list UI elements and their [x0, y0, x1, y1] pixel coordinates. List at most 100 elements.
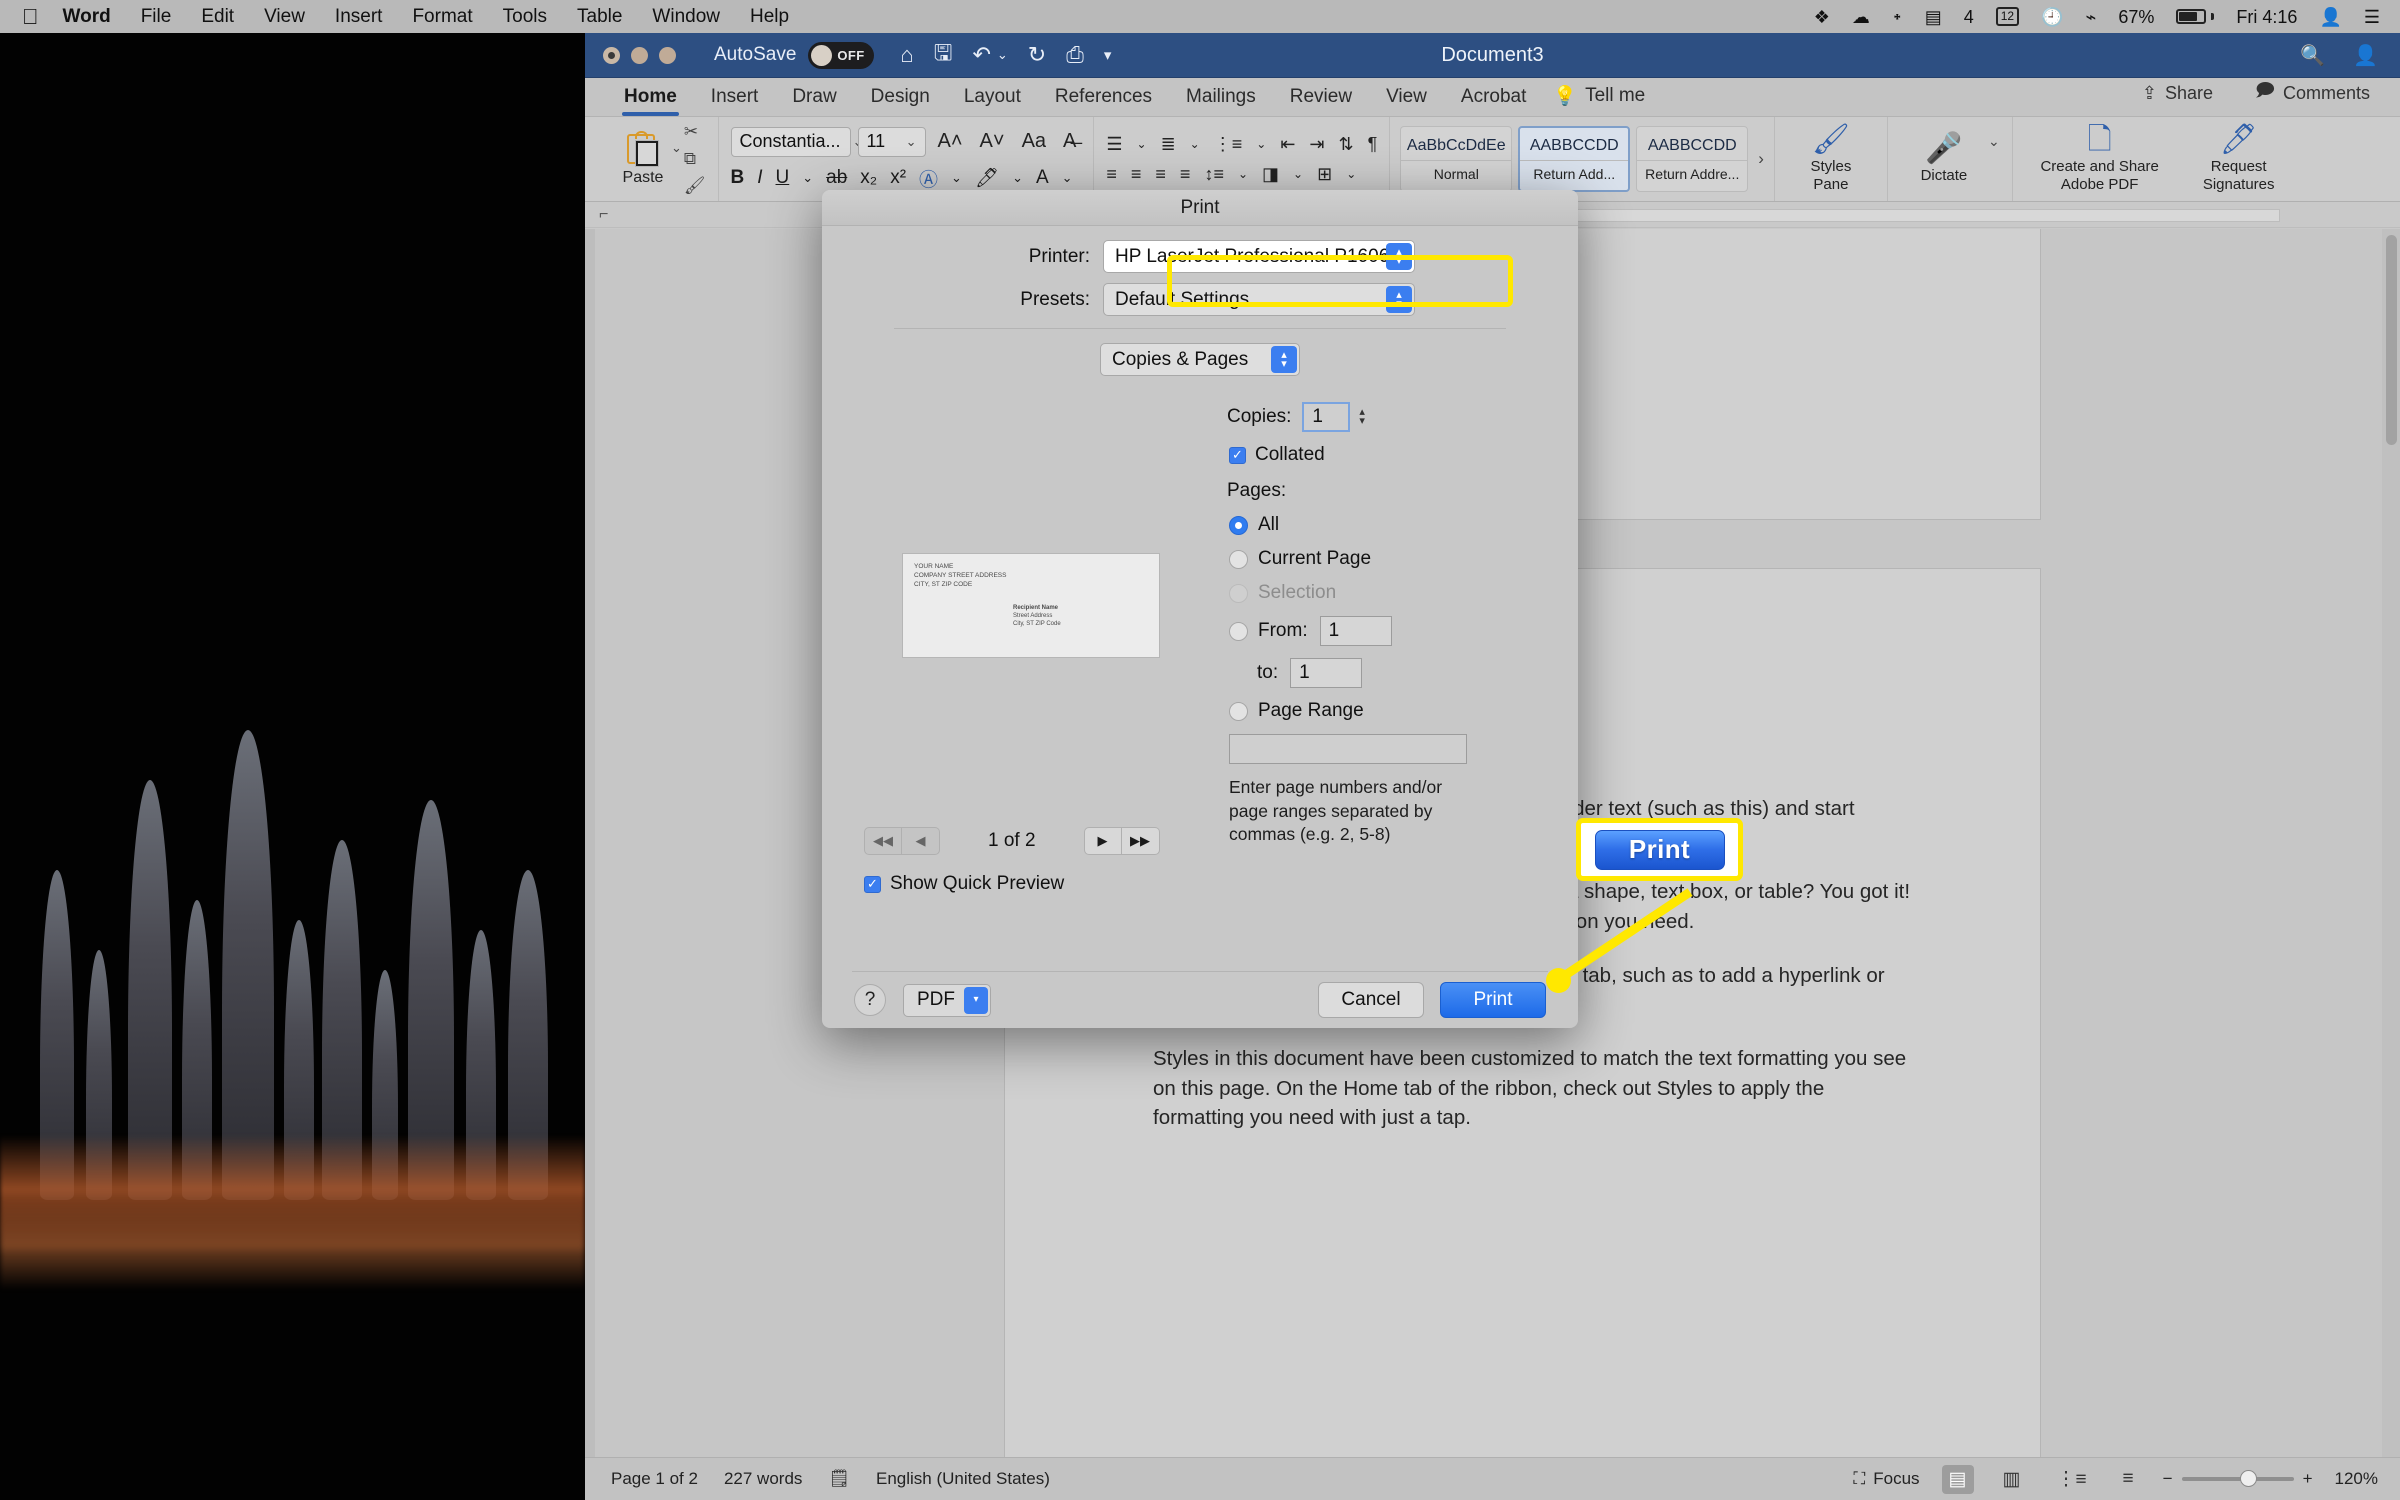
menu-insert[interactable]: Insert	[335, 6, 383, 28]
request-signatures-button[interactable]: 🖊 Request Signatures	[2175, 125, 2303, 193]
menu-help[interactable]: Help	[750, 6, 789, 28]
to-row[interactable]: to: 1	[1257, 658, 1514, 688]
undo-icon[interactable]: ↶	[972, 42, 990, 68]
tab-insert[interactable]: Insert	[694, 86, 776, 116]
radio-all[interactable]	[1229, 515, 1248, 535]
window-controls[interactable]	[603, 46, 676, 64]
zoom-level[interactable]: 120%	[2335, 1469, 2378, 1489]
tab-review[interactable]: Review	[1273, 86, 1369, 116]
shrink-font-icon[interactable]: A˅	[975, 130, 1010, 153]
radio-current-page[interactable]	[1229, 549, 1248, 569]
account-icon[interactable]: 👤	[2353, 43, 2378, 68]
web-layout-icon[interactable]: ▥	[1996, 1465, 2028, 1494]
grow-font-icon[interactable]: A˄	[933, 130, 968, 153]
font-size-combobox[interactable]: 11 ⌄	[857, 126, 926, 157]
save-icon[interactable]: 🖫	[934, 36, 953, 74]
tab-draw[interactable]: Draw	[775, 86, 853, 116]
radio-page-range-row[interactable]: Page Range	[1229, 700, 1514, 722]
chevron-down-icon[interactable]: ⌄	[1988, 133, 2000, 150]
tab-design[interactable]: Design	[854, 86, 947, 116]
radio-from[interactable]	[1229, 621, 1248, 641]
macos-menu-bar[interactable]:  Word File Edit View Insert Format Tool…	[0, 0, 2400, 33]
zoom-slider[interactable]: − +	[2163, 1469, 2313, 1489]
paragraph-list-row[interactable]: ☰ ⌄ ≣ ⌄ ⋮≡ ⌄ ⇤ ⇥ ⇅ ¶	[1106, 134, 1377, 155]
radio-from-row[interactable]: From: 1	[1229, 616, 1514, 646]
chevron-down-icon[interactable]: ⌄	[1256, 137, 1266, 151]
paragraph-align-row[interactable]: ≡ ≡ ≡ ≡ ↕≡ ⌄ ◨ ⌄ ⊞ ⌄	[1106, 164, 1377, 185]
format-painter-icon[interactable]: 🖌	[684, 176, 706, 196]
menu-file[interactable]: File	[141, 6, 172, 28]
paste-button[interactable]: Paste	[607, 131, 679, 187]
customize-toolbar-icon[interactable]: ▾	[1104, 46, 1112, 64]
page-indicator[interactable]: Page 1 of 2	[611, 1469, 698, 1489]
maximize-window-button[interactable]	[659, 46, 676, 64]
tell-me-search[interactable]: 💡 Tell me	[1553, 84, 1645, 116]
style-return-address-selected[interactable]: AABBCCDD Return Add...	[1518, 126, 1631, 192]
autosave-toggle[interactable]: OFF	[808, 41, 875, 69]
clipboard-small-buttons[interactable]: ✂ ⧉ 🖌	[684, 122, 706, 196]
titlebar-right-icons[interactable]: 🔍 👤	[2300, 43, 2378, 68]
radio-page-range[interactable]	[1229, 701, 1248, 721]
go-previous-icon[interactable]: ◀	[902, 827, 940, 855]
print-layout-icon[interactable]: ▤	[1941, 1464, 1974, 1494]
tab-acrobat[interactable]: Acrobat	[1444, 86, 1543, 116]
todo-icon[interactable]: ▤	[1925, 8, 1942, 26]
scrollbar-thumb[interactable]	[2386, 235, 2397, 445]
copies-input[interactable]: 1	[1302, 402, 1351, 432]
print-dialog-footer[interactable]: ? PDF ▾ Cancel Print	[822, 972, 1578, 1028]
chevron-down-icon[interactable]: ▾	[964, 986, 988, 1014]
word-count[interactable]: 227 words	[724, 1469, 802, 1489]
word-status-bar[interactable]: Page 1 of 2 227 words 🗒 English (United …	[585, 1457, 2400, 1500]
go-last-icon[interactable]: ▶▶	[1121, 827, 1160, 855]
language-indicator[interactable]: English (United States)	[876, 1469, 1050, 1489]
strikethrough-button[interactable]: ab	[826, 167, 847, 189]
print-section-select[interactable]: Copies & Pages ▴ ▾	[1100, 343, 1300, 376]
tab-home[interactable]: Home	[607, 86, 694, 116]
copies-stepper[interactable]: ▴ ▾	[1359, 407, 1365, 427]
align-right-icon[interactable]: ≡	[1155, 164, 1166, 185]
align-center-icon[interactable]: ≡	[1131, 164, 1142, 185]
tab-view[interactable]: View	[1369, 86, 1444, 116]
apple-icon[interactable]: 	[22, 5, 39, 28]
menu-word[interactable]: Word	[63, 6, 111, 28]
subscript-button[interactable]: x₂	[860, 167, 877, 189]
radio-current-page-row[interactable]: Current Page	[1229, 548, 1514, 570]
italic-button[interactable]: I	[757, 167, 762, 189]
show-quick-preview-checkbox[interactable]: ✓	[864, 875, 881, 893]
chevron-down-icon[interactable]: ⌄	[1062, 170, 1073, 186]
preview-navigation[interactable]: ◀◀ ◀ 1 of 2 ▶ ▶▶	[864, 827, 1160, 855]
redo-icon[interactable]: ↻	[1028, 42, 1046, 68]
menu-bar-status-items[interactable]: ❖ ☁ ᛭ ▤ 4 12 🕘 ⌁ 67% Fri 4:16 👤 ☰	[1814, 7, 2380, 26]
align-left-icon[interactable]: ≡	[1106, 164, 1117, 185]
menu-view[interactable]: View	[264, 6, 305, 28]
style-normal[interactable]: AaBbCcDdEe Normal	[1400, 126, 1513, 192]
notification-center-icon[interactable]: ☰	[2364, 8, 2380, 26]
chevron-updown-icon[interactable]: ▴ ▾	[1386, 243, 1412, 270]
wifi-icon[interactable]: ⌁	[2086, 8, 2097, 26]
calendar-icon[interactable]: 12	[1995, 7, 2020, 26]
ribbon-tab-bar[interactable]: Home Insert Draw Design Layout Reference…	[585, 78, 2400, 117]
underline-button[interactable]: U	[776, 167, 790, 189]
clock[interactable]: Fri 4:16	[2236, 8, 2297, 26]
chevron-down-icon[interactable]: ⌄	[802, 170, 813, 186]
chevron-down-icon[interactable]: ⌄	[951, 170, 962, 186]
menu-window[interactable]: Window	[652, 6, 720, 28]
printer-select[interactable]: HP LaserJet Professional P1606dn ▴ ▾	[1103, 240, 1415, 273]
menu-table[interactable]: Table	[577, 6, 622, 28]
zoom-knob[interactable]	[2239, 1470, 2257, 1487]
collated-row[interactable]: ✓ Collated	[1229, 444, 1514, 466]
chevron-updown-icon[interactable]: ▴ ▾	[1271, 346, 1297, 373]
quick-access-toolbar[interactable]: ⌂ 🖫 ↶ ⌄ ↻ ⎙ ▾	[900, 36, 1111, 74]
justify-icon[interactable]: ≡	[1180, 164, 1191, 185]
dropbox-icon[interactable]: ❖	[1814, 8, 1830, 26]
print-icon[interactable]: ⎙	[1066, 42, 1084, 68]
to-input[interactable]: 1	[1290, 658, 1363, 688]
focus-button[interactable]: ⛶ Focus	[1853, 1469, 1919, 1489]
tab-mailings[interactable]: Mailings	[1169, 86, 1273, 116]
menu-format[interactable]: Format	[412, 6, 472, 28]
shading-icon[interactable]: ◨	[1262, 164, 1279, 185]
text-effects-icon[interactable]: Ⓐ	[919, 165, 938, 192]
print-preview-page[interactable]: YOUR NAME COMPANY STREET ADDRESS CITY, S…	[902, 553, 1160, 658]
comments-button[interactable]: 🗩 Comments	[2243, 74, 2382, 112]
zoom-in-button[interactable]: +	[2303, 1469, 2313, 1489]
